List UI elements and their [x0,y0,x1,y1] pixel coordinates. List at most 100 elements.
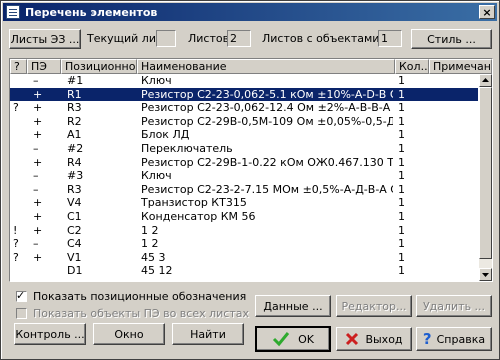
header-quantity[interactable]: Кол... [395,59,429,74]
arrow-up-icon [482,78,489,82]
row-position: R3 [67,182,82,196]
scroll-down-button[interactable] [479,268,492,281]
row-quantity: 1 [398,114,405,128]
window-button[interactable]: Окно [93,323,165,345]
row-pe-status: – [33,169,39,183]
row-quantity: 1 [398,250,405,264]
row-quantity: 1 [398,210,405,223]
table-row[interactable]: + V4 Транзистор КТ315 1 [10,196,478,209]
elements-table[interactable]: ? ПЭ Позиционное... Наименование Кол... … [9,58,493,282]
row-quantity: 1 [398,237,405,251]
title-bar: Перечень элементов × [3,3,497,21]
table-row[interactable]: ? + V1 45 3 1 [10,251,478,264]
sheets-count-field: 2 [227,30,251,47]
row-position: #3 [67,169,84,183]
row-name: Транзистор КТ315 [141,196,247,210]
row-name: 1 2 [141,237,159,251]
row-position: A1 [67,128,82,142]
help-button[interactable]: ? Справка [416,327,492,351]
vertical-scrollbar[interactable] [479,74,492,281]
row-pe-status: – [33,142,39,155]
lists-button[interactable]: Листы ЭЗ ... [9,29,81,49]
ok-label: OK [298,332,314,346]
row-position: R2 [67,114,82,128]
header-question[interactable]: ? [10,59,27,74]
row-name: Резистор С2-23-0,062-5.1 кОм ±10%-А-D-В … [141,87,393,101]
row-position: V1 [67,250,82,264]
row-pe-status: – [33,237,39,251]
table-row[interactable]: D1 45 12 1 [10,264,478,277]
table-row[interactable]: + R1 Резистор С2-23-0,062-5.1 кОм ±10%-А-D… [10,87,478,101]
row-name: 45 12 [141,264,173,278]
row-position: R4 [67,155,82,169]
table-row[interactable]: – R3 Резистор С2-23-2-7.15 МОм ±0,5%-А-Д-В… [10,183,478,196]
row-position: #1 [67,74,84,87]
table-row[interactable]: – #1 Ключ 1 [10,74,478,87]
control-button[interactable]: Контроль ... [14,323,86,345]
row-name: Переключатель [141,142,233,155]
table-row[interactable]: + R4 Резистор С2-29В-1-0.22 кОм ОЖ0.467.13… [10,156,478,169]
delete-button[interactable]: Удалить ... [416,295,492,317]
current-sheet-field[interactable] [156,30,176,47]
show-objects-checkbox[interactable] [16,308,27,319]
header-name[interactable]: Наименование [137,59,395,74]
cross-icon [346,332,359,346]
row-pe-status: + [33,250,43,264]
row-name: Резистор С2-23-0,062-12.4 Ом ±2%-А-В-В-А… [141,101,393,115]
row-pe-status: + [33,128,43,142]
check-mark-icon: ✓ [16,289,26,302]
row-name: Блок ЛД [141,128,190,142]
header-pe[interactable]: ПЭ [27,59,61,74]
check-icon [273,332,290,347]
row-pe-status: + [33,196,43,210]
row-quantity: 1 [398,182,405,196]
row-quantity: 1 [398,223,405,237]
row-position: D1 [67,264,83,278]
row-name: Ключ [141,74,172,87]
row-name: Ключ [141,169,172,183]
row-pe-status: + [33,114,43,128]
row-pe-status: + [33,87,43,101]
table-row[interactable]: + R2 Резистор С2-29В-0,5М-109 Ом ±0,05%-0,… [10,115,478,128]
row-pe-status: + [33,223,43,237]
table-row[interactable]: ? – C4 1 2 1 [10,237,478,250]
row-position: C4 [67,237,82,251]
row-position: C1 [67,210,82,223]
find-button[interactable]: Найти [172,323,244,345]
row-quantity: 1 [398,128,405,142]
row-name: 1 2 [141,223,159,237]
scroll-up-button[interactable] [479,74,492,87]
table-row[interactable]: ! + C2 1 2 1 [10,224,478,237]
style-button[interactable]: Стиль ... [411,29,492,49]
row-quantity: 1 [398,264,405,278]
table-row[interactable]: + A1 Блок ЛД 1 [10,128,478,141]
close-icon[interactable]: × [479,5,495,19]
data-button[interactable]: Данные ... [255,295,331,317]
row-quantity: 1 [398,196,405,210]
sheets-with-objects-field: 1 [378,30,402,47]
show-positional-checkbox[interactable]: ✓ [16,289,27,302]
show-positional-label: Показать позиционные обозначения [33,290,247,303]
row-quantity: 1 [398,87,405,101]
row-pe-status: + [33,210,43,223]
table-row[interactable]: ? + R3 Резистор С2-23-0,062-12.4 Ом ±2%-А-В… [10,101,478,114]
table-row[interactable]: + C1 Конденсатор КМ 56 1 [10,210,478,223]
row-quantity: 1 [398,74,405,87]
table-row[interactable]: – #2 Переключатель 1 [10,142,478,155]
row-quantity: 1 [398,155,405,169]
app-icon [6,5,20,19]
header-note[interactable]: Примечан [429,59,492,74]
table-row[interactable]: – #3 Ключ 1 [10,169,478,182]
row-position: R1 [67,87,82,101]
header-positional[interactable]: Позиционное... [61,59,137,74]
ok-button[interactable]: OK [255,326,331,352]
arrow-down-icon [482,273,489,277]
exit-label: Выход [365,332,403,346]
exit-button[interactable]: Выход [336,327,412,351]
show-objects-label: Показать объекты ПЭ во всех листах [33,307,249,320]
row-position: V4 [67,196,82,210]
row-name: 45 3 [141,250,166,264]
editor-button[interactable]: Редактор... [336,295,412,317]
row-quantity: 1 [398,142,405,155]
scroll-thumb[interactable] [479,87,492,259]
